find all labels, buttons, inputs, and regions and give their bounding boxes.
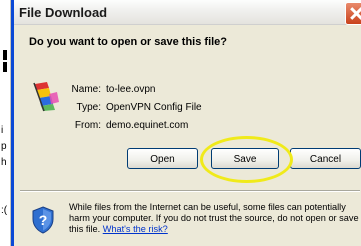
security-shield-icon: ? — [32, 206, 54, 234]
dialog-title: File Download — [19, 5, 108, 20]
from-label: From: — [74, 120, 101, 131]
bg-window-text: h — [1, 157, 7, 168]
whats-the-risk-link[interactable]: What's the risk? — [103, 224, 168, 234]
bg-window-text: p — [1, 141, 7, 152]
warning-message: While files from the Internet can be use… — [69, 202, 361, 235]
close-icon[interactable] — [345, 2, 361, 25]
type-label: Type: — [76, 102, 101, 113]
bg-window-text: :( — [1, 205, 8, 216]
cancel-button[interactable]: Cancel — [290, 148, 361, 169]
title-bar[interactable]: File Download — [14, 0, 361, 25]
svg-text:?: ? — [39, 212, 48, 228]
name-label: Name: — [71, 84, 101, 95]
name-value: to-lee.ovpn — [106, 84, 156, 95]
type-value: OpenVPN Config File — [106, 102, 202, 113]
bg-window-mark — [3, 62, 7, 72]
question-text: Do you want to open or save this file? — [29, 36, 228, 48]
save-highlight-circle — [200, 136, 293, 183]
open-button[interactable]: Open — [127, 148, 198, 169]
bg-window-text: i — [1, 125, 4, 136]
separator — [20, 190, 360, 192]
from-value: demo.equinet.com — [106, 120, 189, 131]
file-download-dialog: File Download Do you want to open or sav… — [11, 0, 361, 246]
bg-window-mark — [3, 50, 7, 60]
background-window: i p h :( — [0, 0, 11, 246]
